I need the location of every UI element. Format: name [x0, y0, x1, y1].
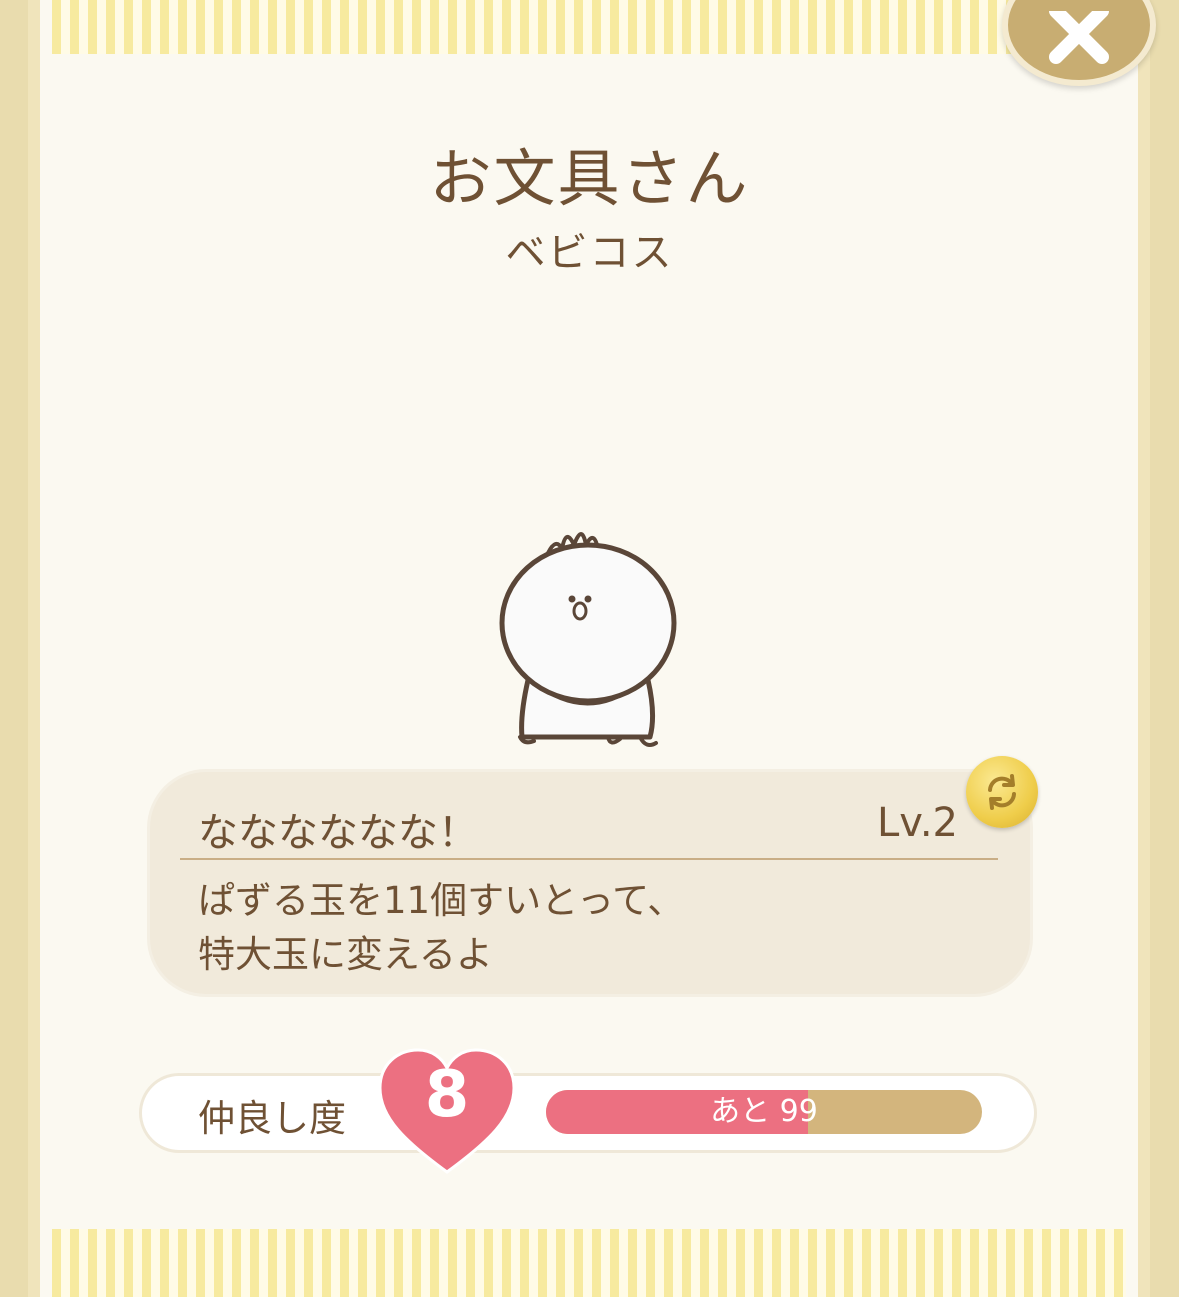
refresh-icon [988, 774, 1016, 810]
skill-name: なななななな！ [198, 810, 478, 856]
bottom-stripe-border [52, 1229, 1126, 1297]
friendship-level: 8 [424, 1058, 470, 1132]
close-icon [1049, 11, 1109, 64]
friendship-remaining: あと 99 [710, 1094, 818, 1129]
skill-description-line-2: 特大玉に変えるよ [198, 933, 493, 976]
skill-divider [180, 858, 998, 860]
refresh-skill-button[interactable] [966, 756, 1038, 828]
skill-description-line-1: ぱずる玉を11個すいとって、 [198, 879, 685, 922]
character-costume: ベビコス [505, 230, 674, 276]
character-illustration [499, 532, 677, 747]
friendship-progress-bar: あと 99 [546, 1090, 982, 1134]
skill-level: Lv.2 [876, 800, 958, 846]
skill-panel: なななななな！ Lv.2 ぱずる玉を11個すいとって、 特大玉に変えるよ [150, 772, 1030, 994]
character-name: お文具さん [429, 142, 750, 215]
friendship-label: 仲良し度 [198, 1097, 346, 1140]
skill-description: ぱずる玉を11個すいとって、 特大玉に変えるよ [198, 874, 684, 982]
top-stripe-border [52, 0, 1126, 54]
